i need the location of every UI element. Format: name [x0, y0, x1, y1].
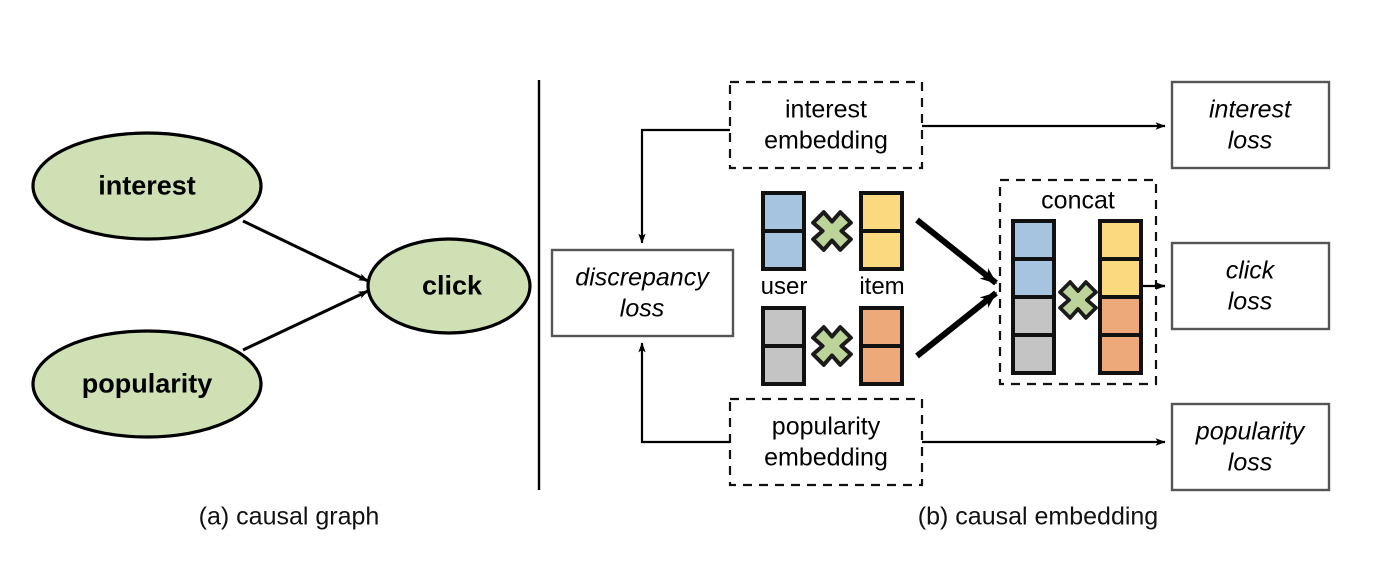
interest-embedding-label: interest embedding — [764, 95, 888, 156]
edge-interest-to-click — [242, 219, 369, 283]
popularity-embedding-line2: embedding — [764, 443, 888, 471]
click-loss-label: click loss — [1226, 256, 1275, 317]
panel-a-caption: (a) causal graph — [198, 502, 380, 531]
popularity-row-item-vector — [859, 306, 904, 386]
interest-embedding-line1: interest — [785, 95, 867, 124]
concat-label: concat — [1041, 186, 1115, 215]
concat-user-stack — [1011, 219, 1056, 375]
arrow-popularity-row-to-concat — [915, 290, 998, 359]
interest-loss-label: interest loss — [1209, 95, 1291, 156]
node-click-label: click — [421, 270, 483, 301]
click-loss-line1: click — [1225, 256, 1275, 285]
user-vector-label: user — [760, 273, 808, 300]
discrepancy-loss-label: discrepancy loss — [575, 263, 708, 324]
item-vector-label: item — [859, 273, 905, 300]
connector-popularity-to-discrepancy — [638, 342, 730, 444]
interest-loss-line2: loss — [1227, 126, 1273, 154]
node-popularity-label: popularity — [81, 368, 213, 399]
interest-loss-line1: interest — [1209, 95, 1291, 124]
popularity-row-multiply-icon — [811, 325, 853, 367]
popularity-row-user-vector — [761, 306, 806, 386]
discrepancy-loss-line2: loss — [619, 294, 665, 322]
connector-interest-to-discrepancy — [638, 128, 730, 244]
arrow-interest-row-to-concat — [915, 217, 998, 286]
popularity-embedding-label: popularity embedding — [764, 412, 888, 473]
edge-popularity-to-click — [242, 289, 369, 352]
interest-row-item-vector — [859, 191, 904, 271]
node-interest-label: interest — [98, 170, 196, 201]
figure-canvas: interest popularity click (a) causal gra… — [0, 0, 1394, 562]
concat-item-stack — [1098, 219, 1143, 375]
interest-row-multiply-icon — [811, 210, 853, 252]
popularity-loss-line2: loss — [1227, 448, 1273, 476]
panel-b-caption: (b) causal embedding — [917, 502, 1159, 531]
popularity-loss-label: popularity loss — [1196, 417, 1304, 478]
click-loss-line2: loss — [1227, 287, 1273, 315]
popularity-loss-line1: popularity — [1195, 417, 1305, 446]
popularity-embedding-line1: popularity — [771, 412, 881, 441]
discrepancy-loss-line1: discrepancy — [575, 263, 709, 292]
interest-row-user-vector — [761, 191, 806, 271]
interest-embedding-line2: embedding — [764, 126, 888, 154]
